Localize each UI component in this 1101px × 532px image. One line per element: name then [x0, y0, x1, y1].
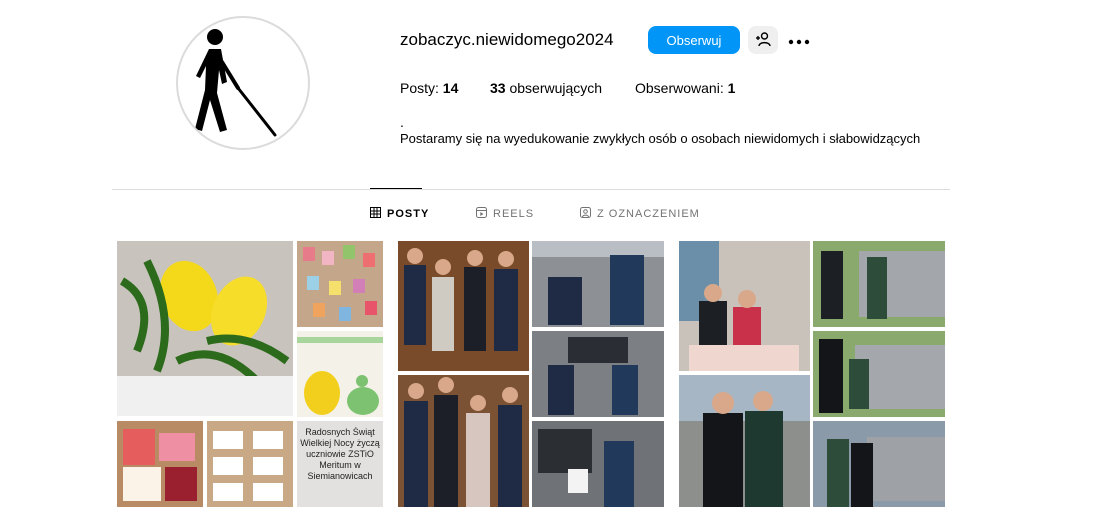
blind-person-logo: [176, 16, 310, 150]
tabs-divider: [112, 189, 950, 190]
bio-line-2: Postaramy się na wyedukowanie zwykłych o…: [400, 131, 921, 146]
tab-tagged[interactable]: Z OZNACZENIEM: [580, 207, 700, 221]
more-horizontal-icon: [788, 33, 810, 48]
tab-reels[interactable]: REELS: [476, 207, 534, 221]
followers-value: 33: [490, 80, 506, 96]
following-label: Obserwowani:: [635, 80, 724, 96]
tagged-icon: [580, 207, 591, 221]
post-3-car-donation[interactable]: [679, 241, 945, 507]
following-value: 1: [727, 80, 736, 96]
active-tab-indicator: [370, 188, 422, 189]
posts-label: Posty:: [400, 80, 439, 96]
followers-label: obserwujących: [509, 80, 603, 96]
posts-value: 14: [442, 80, 459, 96]
follow-button[interactable]: Obserwuj: [648, 26, 740, 54]
grid-icon: [370, 207, 381, 221]
post-2-visit[interactable]: [398, 241, 664, 507]
add-user-icon: [755, 31, 771, 50]
profile-avatar[interactable]: [176, 16, 310, 150]
post-greeting-text: Radosnych Świąt Wielkiej Nocy życzą uczn…: [300, 427, 380, 481]
tab-reels-label: REELS: [493, 208, 535, 220]
tab-posts[interactable]: POSTY: [370, 207, 429, 221]
reels-icon: [476, 207, 487, 221]
posts-count: Posty: 14: [400, 80, 458, 96]
followers-link[interactable]: 33 obserwujących: [490, 80, 602, 96]
tab-tagged-label: Z OZNACZENIEM: [597, 208, 700, 220]
post-1-easter-braille[interactable]: Radosnych Świąt Wielkiej Nocy życzą uczn…: [117, 241, 383, 507]
tab-posts-label: POSTY: [387, 208, 430, 220]
profile-username: zobaczyc.niewidomego2024: [400, 30, 614, 49]
following-link[interactable]: Obserwowani: 1: [635, 80, 735, 96]
suggest-user-button[interactable]: [748, 26, 778, 54]
bio-line-1: .: [400, 114, 404, 130]
more-options-button[interactable]: [786, 26, 812, 54]
